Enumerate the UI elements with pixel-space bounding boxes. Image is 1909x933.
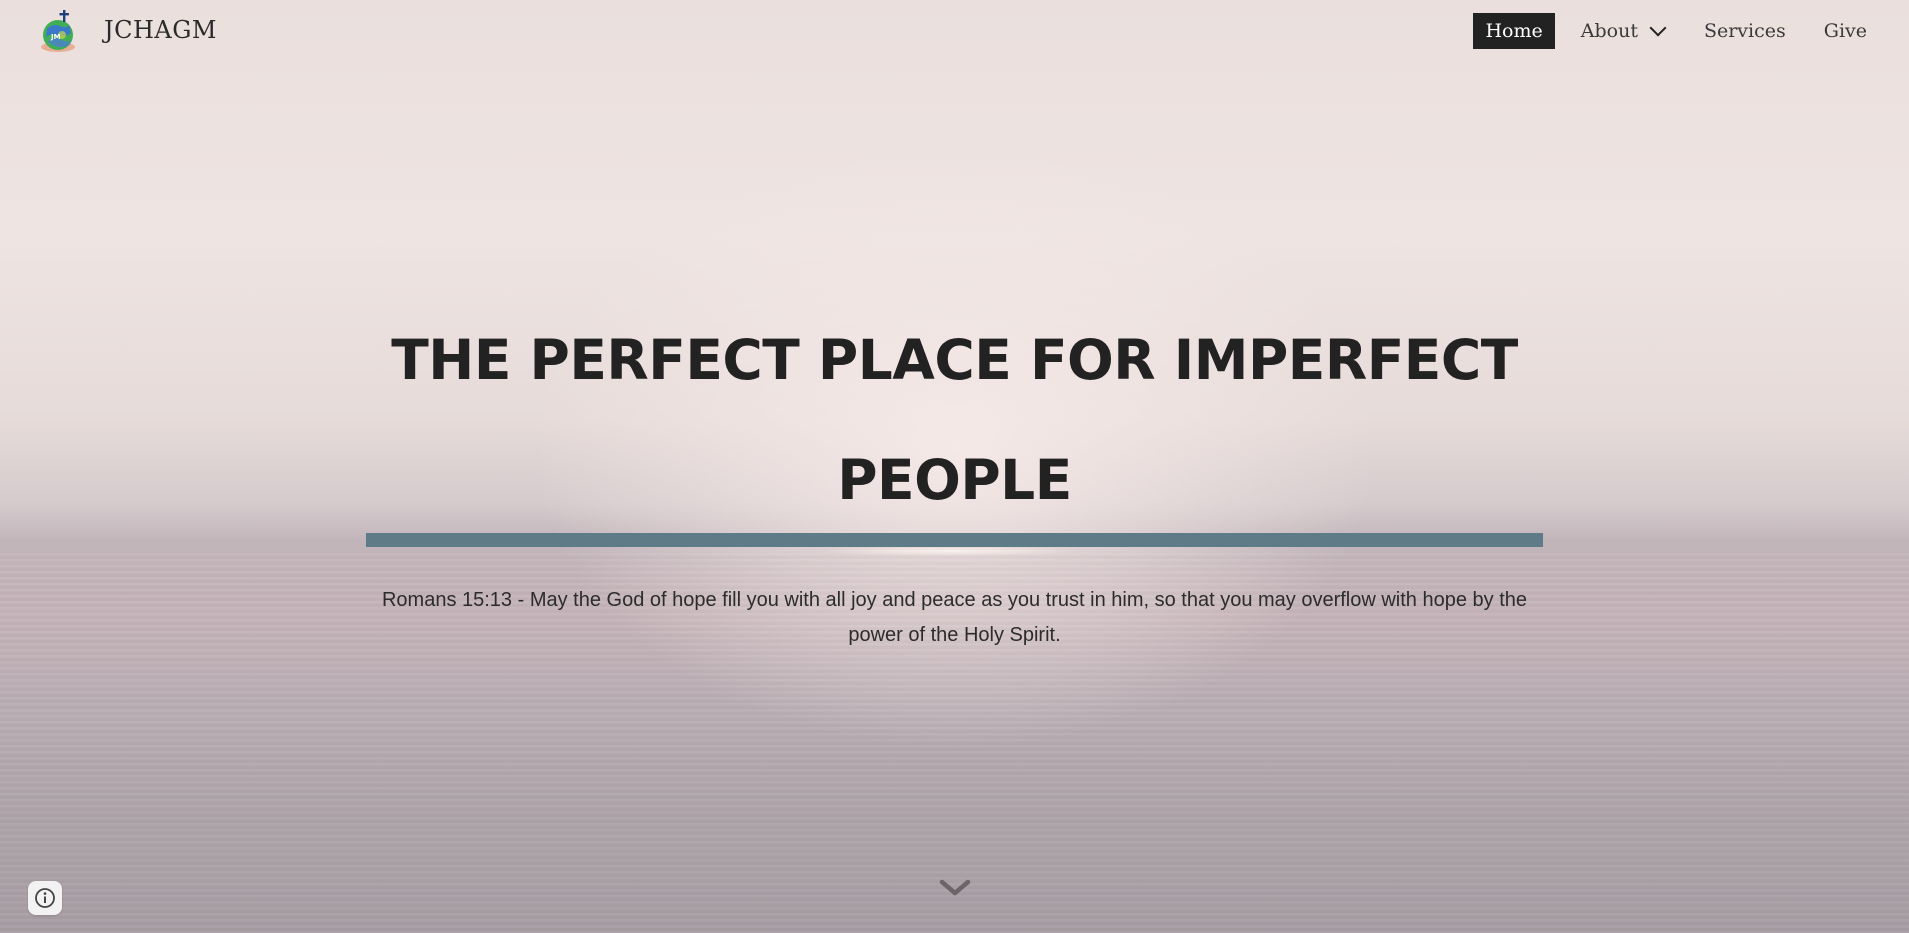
hero-section: THE PERFECT PLACE FOR IMPERFECT PEOPLE: [366, 300, 1543, 540]
horizon-glow: [820, 546, 1080, 556]
chevron-down-icon[interactable]: [1649, 19, 1667, 37]
nav-item-home[interactable]: Home: [1473, 13, 1555, 49]
site-info-button[interactable]: [28, 881, 62, 915]
nav-item-services[interactable]: Services: [1692, 13, 1798, 49]
site-title[interactable]: JCHAGM: [104, 16, 217, 44]
chevron-down-icon: [939, 879, 971, 896]
scroll-down-button[interactable]: [939, 877, 971, 899]
site-logo[interactable]: JM: [38, 9, 78, 53]
nav-item-give[interactable]: Give: [1812, 13, 1879, 49]
globe-cross-logo-icon: JM: [41, 10, 75, 52]
accent-divider: [366, 533, 1543, 547]
hero-heading: THE PERFECT PLACE FOR IMPERFECT PEOPLE: [366, 300, 1543, 540]
nav-item-about[interactable]: About: [1569, 13, 1650, 49]
site-header: JM JCHAGM Home About Services Give: [0, 0, 1909, 64]
main-nav: Home About Services Give: [1459, 13, 1879, 49]
svg-text:JM: JM: [50, 33, 61, 41]
hero-heading-line1: THE PERFECT PLACE FOR IMPERFECT: [391, 328, 1518, 392]
info-icon: [35, 888, 55, 908]
hero-heading-line2: PEOPLE: [837, 448, 1072, 512]
hero-verse: Romans 15:13 - May the God of hope fill …: [381, 589, 1528, 646]
